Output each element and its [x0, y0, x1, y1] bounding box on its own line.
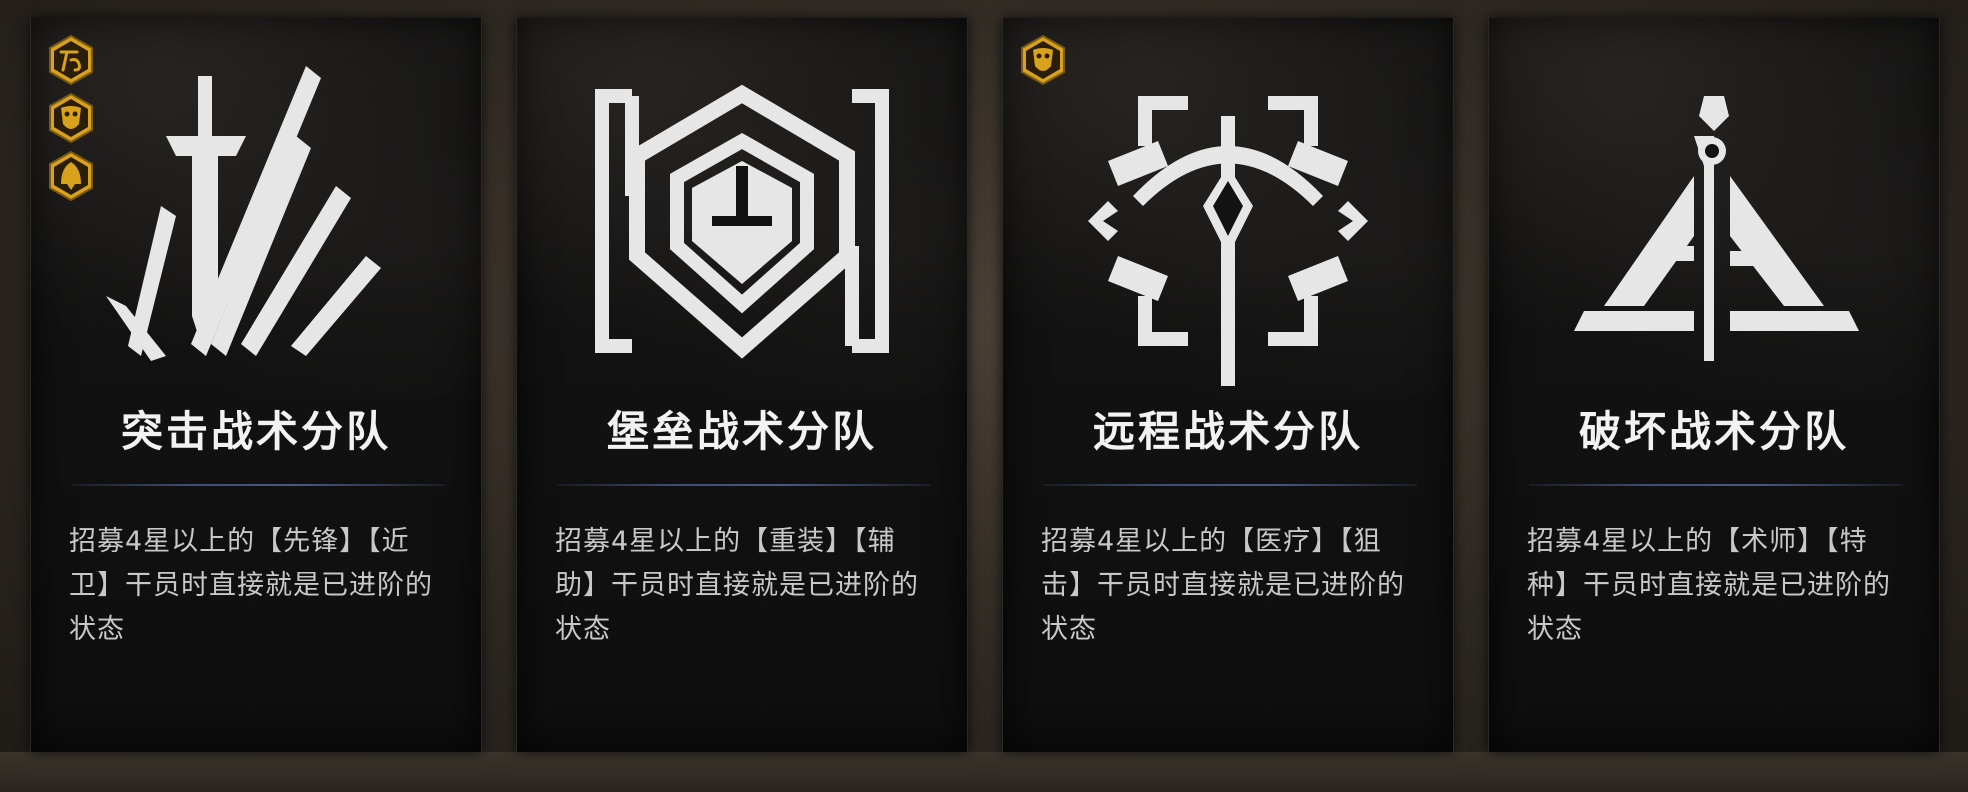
squad-description: 招募4星以上的【医疗】【狙击】干员时直接就是已进阶的状态 — [1041, 526, 1405, 645]
squad-card-fortress[interactable]: 堡垒战术分队 招募4星以上的【重装】【辅助】干员时直接就是已进阶的状态 — [516, 18, 968, 752]
squad-description: 招募4星以上的【重装】【辅助】干员时直接就是已进阶的状态 — [555, 526, 919, 645]
shield-icon — [592, 56, 892, 386]
divider — [557, 484, 931, 486]
triangle-staff-icon — [1564, 56, 1864, 386]
divider — [1043, 484, 1417, 486]
badge-column — [1019, 34, 1067, 92]
mask-badge-icon — [1019, 34, 1067, 86]
squad-title: 远程战术分队 — [1092, 407, 1363, 456]
mask-badge-icon — [47, 92, 95, 144]
divider — [71, 484, 445, 486]
squad-card-ranged[interactable]: 远程战术分队 招募4星以上的【医疗】【狙击】干员时直接就是已进阶的状态 — [1002, 18, 1454, 752]
squad-title: 堡垒战术分队 — [606, 407, 877, 456]
bottom-bar — [0, 752, 1968, 792]
divider — [1529, 484, 1903, 486]
squad-title: 破坏战术分队 — [1578, 407, 1849, 456]
squad-description: 招募4星以上的【术师】【特种】干员时直接就是已进阶的状态 — [1527, 526, 1891, 645]
crossbow-icon — [1078, 56, 1378, 386]
squad-card-assault[interactable]: 突击战术分队 招募4星以上的【先锋】【近卫】干员时直接就是已进阶的状态 — [30, 18, 482, 752]
squad-card-destruction[interactable]: 破坏战术分队 招募4星以上的【术师】【特种】干员时直接就是已进阶的状态 — [1488, 18, 1940, 752]
ink-badge-icon — [47, 34, 95, 86]
squad-description: 招募4星以上的【先锋】【近卫】干员时直接就是已进阶的状态 — [69, 526, 433, 645]
squad-title: 突击战术分队 — [120, 407, 391, 456]
sword-icon — [106, 56, 406, 386]
badge-column — [47, 34, 95, 208]
bell-badge-icon — [47, 150, 95, 202]
